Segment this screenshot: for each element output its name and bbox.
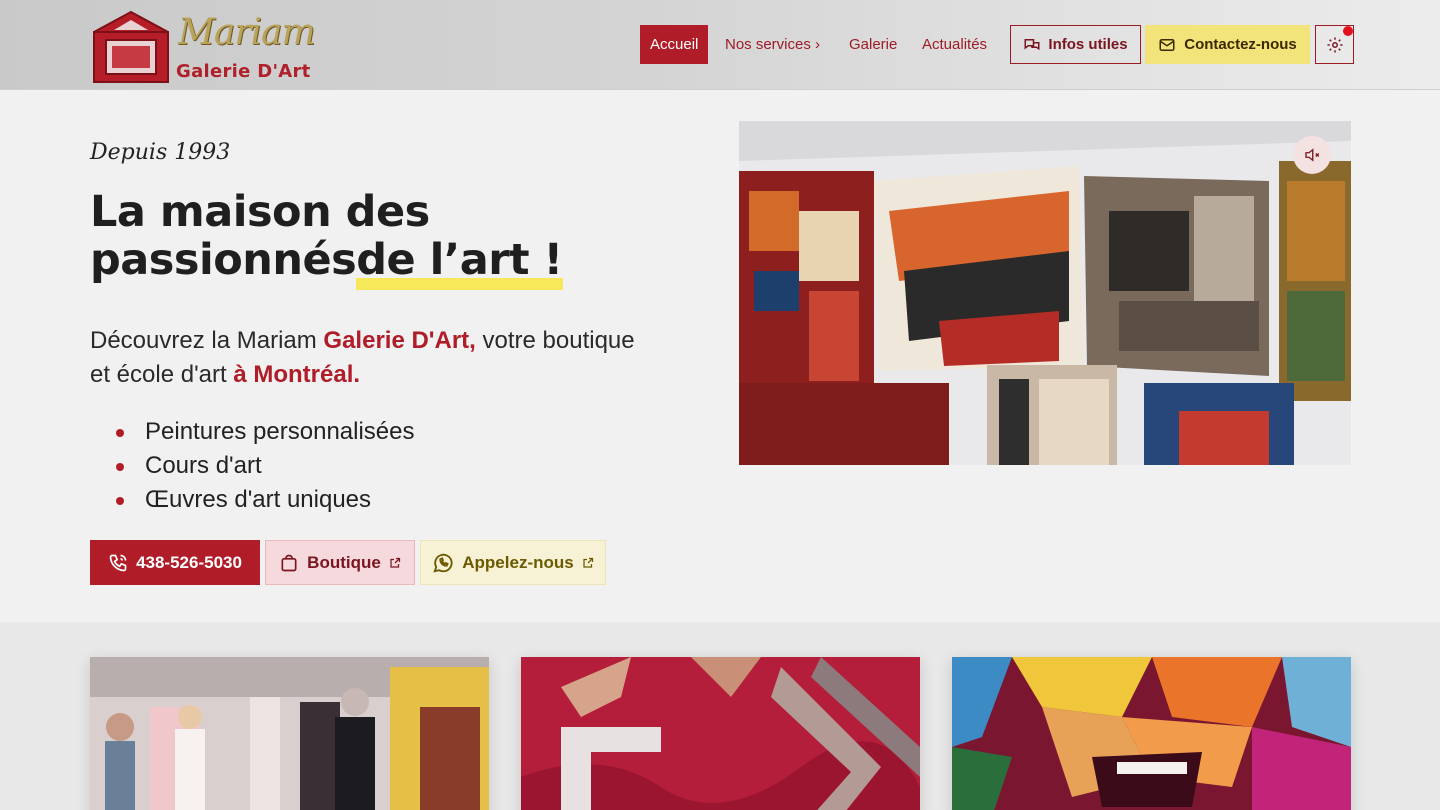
list-item: Cours d'art [116,449,415,483]
exhibition-image [90,657,489,810]
list-item: Œuvres d'art uniques [116,483,415,517]
nav-actualites[interactable]: Actualités [912,25,997,64]
infos-utiles-button[interactable]: Infos utiles [1010,25,1141,64]
phone-label: 438-526-5030 [136,552,242,572]
nav-accueil[interactable]: Accueil [640,25,709,64]
desc-brand: Galerie D'Art, [323,327,476,354]
phone-icon [109,554,127,571]
volume-muted-icon [1305,148,1320,162]
list-item: Peintures personnalisées [116,415,415,449]
mail-icon [1159,38,1175,51]
hero-title-highlight: de l’art ! [356,235,563,290]
site-header: Mariam Galerie D'Art Accueil Nos service… [0,0,1440,90]
desc-city: à Montréal. [233,361,361,388]
hero-title: La maison des passionnés de l’art ! [90,187,650,290]
gallery-house-icon [93,10,169,83]
feature-list: Peintures personnalisées Cours d'art Œuv… [116,415,415,517]
gear-icon [1327,37,1342,52]
nav-galerie[interactable]: Galerie [839,25,907,64]
gallery-video[interactable] [739,121,1351,465]
shopping-bag-icon [281,554,297,571]
mute-button[interactable] [1293,136,1331,174]
hero-title-line2: passionnés [90,235,357,285]
gallery-wall-image [739,121,1351,465]
contactez-nous-label: Contactez-nous [1184,36,1297,53]
notification-dot [1343,26,1353,36]
site-logo[interactable]: Mariam Galerie D'Art [90,8,320,84]
whatsapp-icon [433,553,453,573]
appelez-nous-label: Appelez-nous [462,552,574,572]
hero-title-line1: La maison des [90,187,430,237]
desc-part1: Découvrez la Mariam [90,327,324,354]
framing-image [521,657,920,810]
appelez-nous-button[interactable]: Appelez-nous [420,540,606,585]
external-link-icon [583,557,593,568]
boutique-button[interactable]: Boutique [265,540,415,585]
chat-icon [1024,38,1040,50]
infos-utiles-label: Infos utiles [1048,36,1128,53]
service-card-oeuvres[interactable] [952,657,1351,810]
contactez-nous-button[interactable]: Contactez-nous [1145,25,1310,64]
service-card-encadrement[interactable] [521,657,920,810]
pop-art-image [952,657,1351,810]
logo-subtitle: Galerie D'Art [176,61,311,82]
nav-nos-services[interactable]: Nos services › [715,25,830,64]
service-card-expositions[interactable] [90,657,489,810]
phone-button[interactable]: 438-526-5030 [90,540,260,585]
since-tagline: Depuis 1993 [90,140,231,165]
hero-description: Découvrez la Mariam Galerie D'Art, votre… [90,324,650,392]
logo-wordmark: Mariam [178,12,316,53]
boutique-label: Boutique [307,552,381,572]
external-link-icon [390,557,400,568]
